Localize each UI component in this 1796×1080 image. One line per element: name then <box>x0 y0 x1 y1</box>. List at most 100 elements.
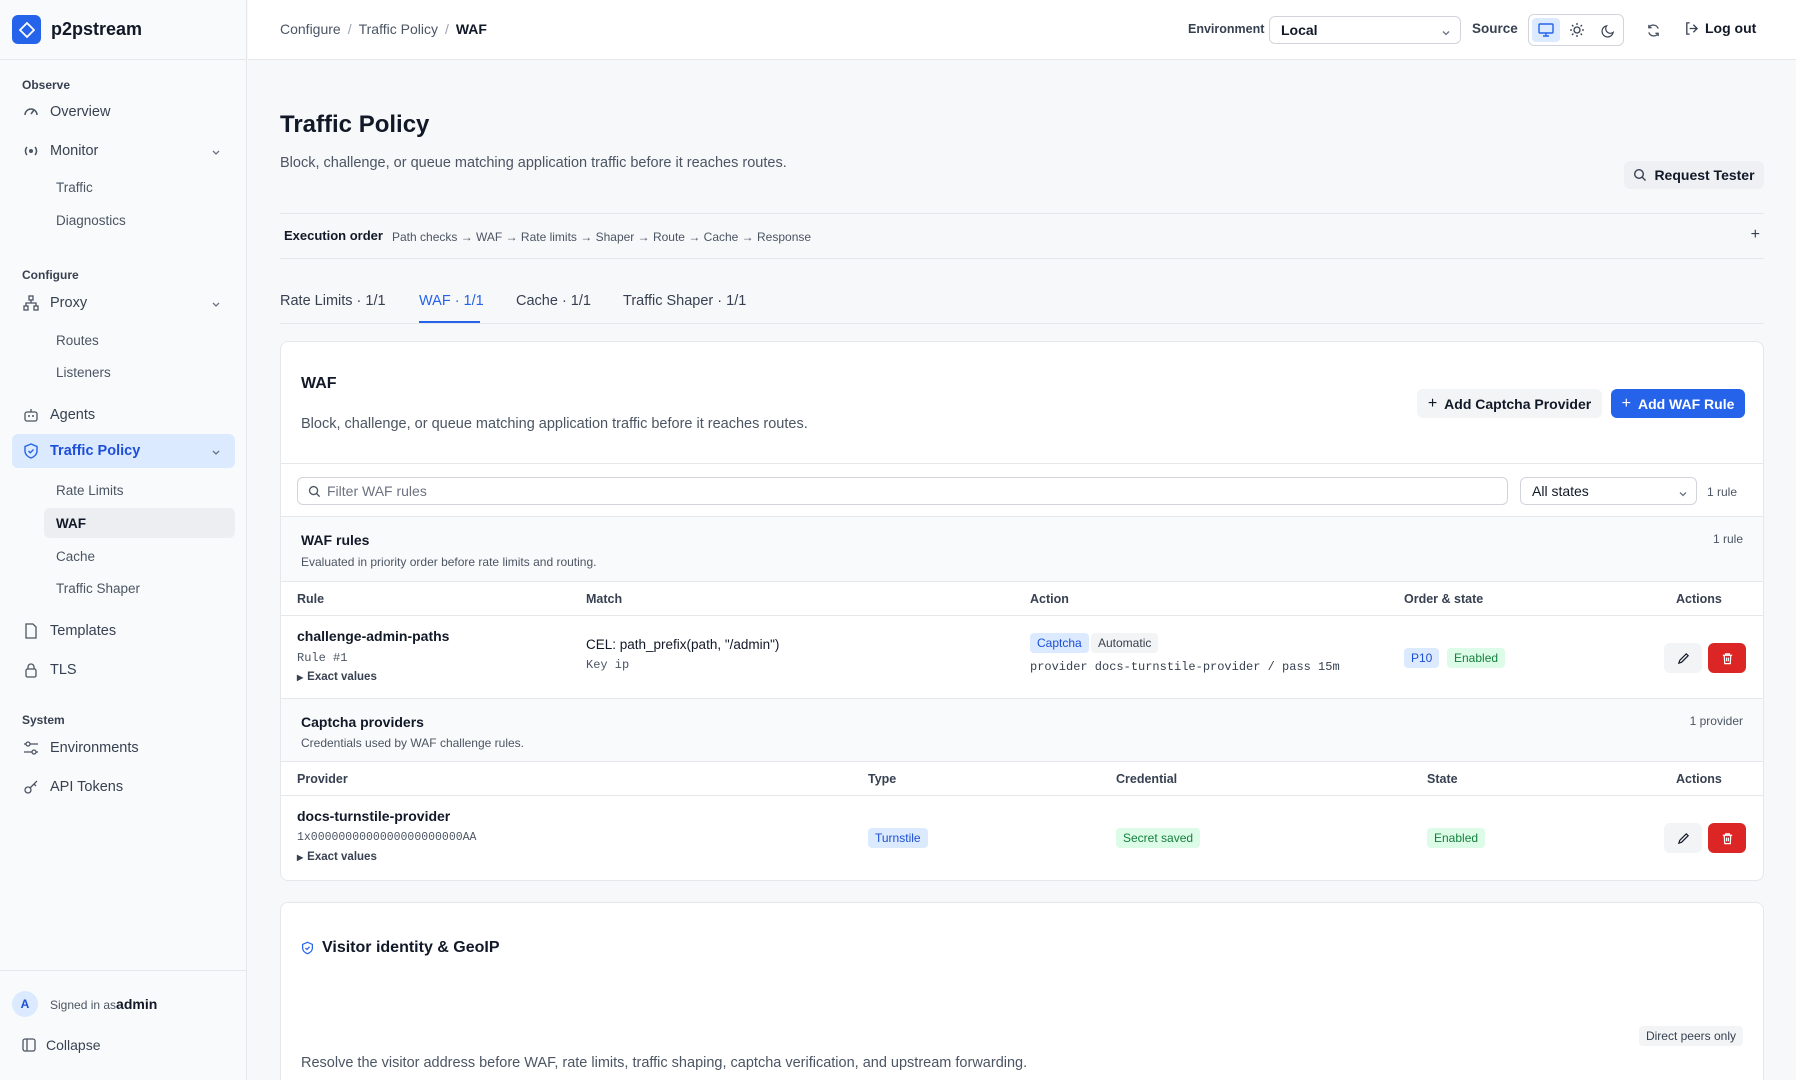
state-filter-select[interactable]: All states <box>1520 477 1697 505</box>
sidebar-item-agents[interactable]: Agents <box>12 398 235 432</box>
filter-placeholder: Filter WAF rules <box>327 483 427 499</box>
sidebar-item-listeners[interactable]: Listeners <box>44 357 235 387</box>
breadcrumb-configure[interactable]: Configure <box>280 21 341 37</box>
sidebar-item-rate-limits[interactable]: Rate Limits <box>44 475 235 505</box>
type-badge: Turnstile <box>868 828 928 848</box>
exact-values-label: Exact values <box>307 851 377 863</box>
exact-values-toggle[interactable]: ▶ Exact values <box>297 851 377 863</box>
logout-icon <box>1684 21 1699 36</box>
delete-provider-button[interactable] <box>1708 823 1746 853</box>
tab-cache[interactable]: Cache · 1/1 <box>516 293 591 309</box>
logout-button[interactable]: Log out <box>1684 20 1756 36</box>
sidebar-collapse-icon <box>22 1038 36 1052</box>
sidebar-item-environments[interactable]: Environments <box>12 731 235 765</box>
waf-rules-subtitle: Evaluated in priority order before rate … <box>301 555 597 569</box>
environment-label: Environment <box>1188 22 1265 36</box>
sidebar-item-label: Environments <box>50 740 139 756</box>
captcha-providers-subtitle: Credentials used by WAF challenge rules. <box>301 736 524 750</box>
sidebar-item-waf[interactable]: WAF <box>44 508 235 538</box>
refresh-icon[interactable] <box>1641 18 1665 42</box>
brand[interactable]: p2pstream <box>0 0 246 60</box>
avatar[interactable]: A <box>12 991 38 1017</box>
sidebar-item-templates[interactable]: Templates <box>12 614 235 648</box>
waf-description: Block, challenge, or queue matching appl… <box>301 416 808 432</box>
column-header: State <box>1427 772 1458 786</box>
source-label: Source <box>1472 21 1518 36</box>
sidebar-item-diagnostics[interactable]: Diagnostics <box>44 205 235 235</box>
sidebar-footer: A Signed in asadmin Collapse <box>0 970 247 1080</box>
topbar: Configure / Traffic Policy / WAF Environme… <box>248 0 1796 60</box>
sidebar-item-label: Agents <box>50 407 96 423</box>
sidebar-item-tls[interactable]: TLS <box>12 653 235 687</box>
priority-badge: P10 <box>1404 648 1440 668</box>
tabs-divider <box>280 323 1764 324</box>
column-header: Action <box>1030 592 1069 606</box>
network-icon <box>22 294 40 312</box>
app-name: p2pstream <box>51 19 143 39</box>
tab-rate-limits[interactable]: Rate Limits · 1/1 <box>280 293 386 309</box>
breadcrumb-waf: WAF <box>455 21 487 37</box>
key-icon <box>22 778 40 796</box>
sidebar-item-api-tokens[interactable]: API Tokens <box>12 770 235 804</box>
sidebar-item-label: TLS <box>50 662 77 678</box>
logo-icon <box>12 15 41 44</box>
sidebar-item-monitor[interactable]: Monitor <box>12 134 235 168</box>
tab-traffic-shaper[interactable]: Traffic Shaper · 1/1 <box>623 293 746 309</box>
filter-waf-input[interactable]: Filter WAF rules <box>297 477 1508 505</box>
sidebar-item-traffic-policy[interactable]: Traffic Policy <box>12 434 235 468</box>
logout-label: Log out <box>1705 20 1757 36</box>
monitor-icon[interactable] <box>1532 18 1560 42</box>
add-waf-rule-button[interactable]: + Add WAF Rule <box>1611 389 1745 418</box>
column-header: Actions <box>1676 592 1722 606</box>
delete-rule-button[interactable] <box>1708 643 1746 673</box>
waf-rules-header: WAF rules Evaluated in priority order be… <box>281 516 1763 582</box>
environment-select[interactable]: Local <box>1269 16 1461 44</box>
breadcrumb-traffic-policy[interactable]: Traffic Policy <box>359 21 438 37</box>
sidebar-item-traffic[interactable]: Traffic <box>44 172 235 202</box>
moon-icon[interactable] <box>1594 18 1622 42</box>
table-row[interactable]: challenge-admin-paths Rule #1 ▶ Exact va… <box>281 617 1763 698</box>
column-header: Provider <box>297 772 348 786</box>
sidebar-item-proxy[interactable]: Proxy <box>12 286 235 320</box>
add-captcha-provider-button[interactable]: + Add Captcha Provider <box>1417 389 1602 418</box>
rule-match: CEL: path_prefix(path, "/admin") <box>586 637 780 652</box>
visitor-identity-description: Resolve the visitor address before WAF, … <box>301 1055 1028 1071</box>
sidebar-item-cache[interactable]: Cache <box>44 541 235 571</box>
status-badge: Enabled <box>1447 648 1506 668</box>
table-row[interactable]: docs-turnstile-provider 1x00000000000000… <box>281 797 1763 879</box>
expand-icon[interactable]: + <box>1751 226 1760 244</box>
sidebar-item-traffic-shaper[interactable]: Traffic Shaper <box>44 573 235 603</box>
caret-right-icon: ▶ <box>297 672 304 682</box>
page-description: Block, challenge, or queue matching appl… <box>280 155 787 171</box>
pencil-icon <box>1677 832 1690 845</box>
waf-rules-title: WAF rules <box>301 532 370 548</box>
sidebar: p2pstream Observe Overview Monitor Traff… <box>0 0 247 1080</box>
sidebar-item-routes[interactable]: Routes <box>44 325 235 355</box>
request-tester-label: Request Tester <box>1654 167 1755 183</box>
execution-order[interactable]: Execution order Path checks → WAF → Rate… <box>280 213 1764 259</box>
rule-action-detail: provider docs-turnstile-provider / pass … <box>1030 660 1340 674</box>
visitor-identity-card: Visitor identity & GeoIP Direct peers on… <box>280 902 1764 1080</box>
exact-values-label: Exact values <box>307 671 377 683</box>
provider-name: docs-turnstile-provider <box>297 808 451 824</box>
bot-icon <box>22 406 40 424</box>
captcha-providers-header: Captcha providers Credentials used by WA… <box>281 698 1763 762</box>
column-header: Credential <box>1116 772 1178 786</box>
edit-provider-button[interactable] <box>1664 823 1702 853</box>
file-icon <box>22 622 40 640</box>
edit-rule-button[interactable] <box>1664 643 1702 673</box>
collapse-button[interactable]: Collapse <box>22 1037 100 1053</box>
exact-values-toggle[interactable]: ▶ Exact values <box>297 671 377 683</box>
rule-name: challenge-admin-paths <box>297 628 450 644</box>
signed-in-label: Signed in as <box>50 998 117 1012</box>
pencil-icon <box>1677 652 1690 665</box>
plus-icon: + <box>1427 394 1438 412</box>
plus-icon: + <box>1621 394 1631 412</box>
sidebar-item-overview[interactable]: Overview <box>12 95 235 129</box>
tab-waf[interactable]: WAF · 1/1 <box>419 293 484 309</box>
request-tester-button[interactable]: Request Tester <box>1624 161 1764 189</box>
caret-right-icon: ▶ <box>297 852 304 862</box>
chevron-down-icon <box>211 445 221 461</box>
providers-table-header: Provider Type Credential State Actions <box>281 762 1763 796</box>
sun-icon[interactable] <box>1563 18 1591 42</box>
